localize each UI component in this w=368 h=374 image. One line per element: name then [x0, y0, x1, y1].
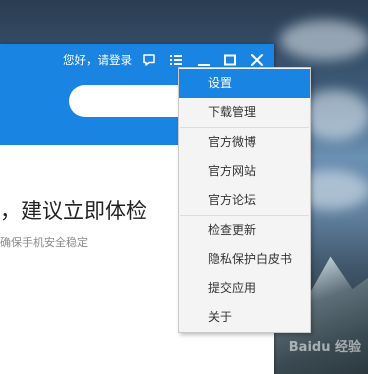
menu-item-check-update[interactable]: 检查更新 — [179, 216, 310, 245]
menu-list-icon[interactable] — [169, 53, 183, 67]
close-icon[interactable] — [250, 53, 264, 67]
dropdown-menu: 设置 下载管理 官方微博 官方网站 官方论坛 检查更新 隐私保护白皮书 提交应用… — [178, 67, 311, 333]
checkup-prompt: ，建议立即体检 — [0, 199, 147, 223]
login-link[interactable]: 您好，请登录 — [63, 52, 132, 68]
wallpaper-cloud — [280, 20, 368, 60]
menu-item-submit-app[interactable]: 提交应用 — [179, 274, 310, 303]
menu-item-download-manager[interactable]: 下载管理 — [179, 98, 310, 127]
checkup-subtitle: 确保手机安全稳定 — [0, 236, 88, 249]
menu-item-official-forum[interactable]: 官方论坛 — [179, 186, 310, 215]
menu-item-about[interactable]: 关于 — [179, 303, 310, 332]
menu-item-settings[interactable]: 设置 — [179, 69, 310, 98]
menu-item-official-weibo[interactable]: 官方微博 — [179, 128, 310, 157]
menu-item-official-website[interactable]: 官方网站 — [179, 157, 310, 186]
screenshot: Baidu 经验 您好，请登录 ，建议立即体检 确保手机安全稳定 设置 下载管理… — [0, 0, 368, 374]
minimize-icon[interactable] — [197, 53, 211, 67]
feedback-icon[interactable] — [142, 53, 156, 67]
maximize-icon[interactable] — [223, 53, 237, 67]
menu-item-privacy-whitepaper[interactable]: 隐私保护白皮书 — [179, 245, 310, 274]
